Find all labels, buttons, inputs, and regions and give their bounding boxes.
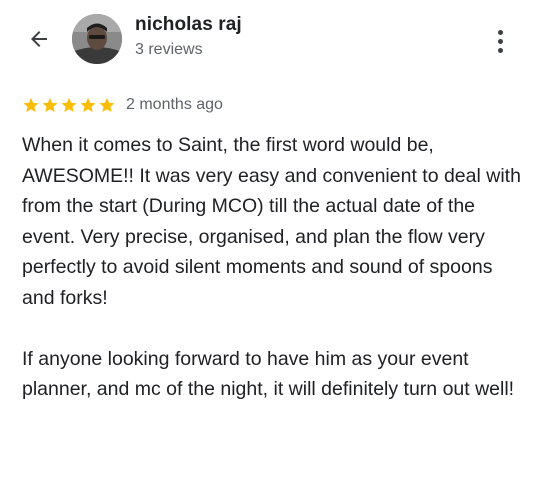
rating-row: 2 months ago — [22, 94, 223, 116]
more-vert-icon-dot — [497, 38, 503, 44]
star-icon — [99, 97, 115, 113]
profile-photo — [72, 14, 122, 64]
review-paragraph: When it comes to Saint, the first word w… — [22, 134, 521, 309]
arrow-back-icon — [31, 31, 47, 47]
star-icon — [23, 97, 39, 113]
review-date: 2 months ago — [126, 96, 223, 113]
reviewer-name[interactable]: nicholas raj — [135, 14, 242, 36]
more-options-button[interactable] — [485, 22, 515, 60]
back-button[interactable] — [22, 22, 56, 56]
review-paragraph: If anyone looking forward to have him as… — [22, 347, 515, 401]
star-icon — [61, 97, 77, 113]
star-icon — [42, 97, 58, 113]
star-icon — [80, 97, 96, 113]
avatar[interactable] — [72, 14, 122, 64]
more-vert-icon — [497, 29, 503, 35]
more-vert-icon-dot — [497, 47, 503, 53]
star-rating — [22, 96, 116, 114]
review-count: 3 reviews — [135, 41, 203, 58]
review-text: When it comes to Saint, the first word w… — [22, 130, 527, 405]
review-header: nicholas raj 3 reviews — [0, 0, 540, 80]
